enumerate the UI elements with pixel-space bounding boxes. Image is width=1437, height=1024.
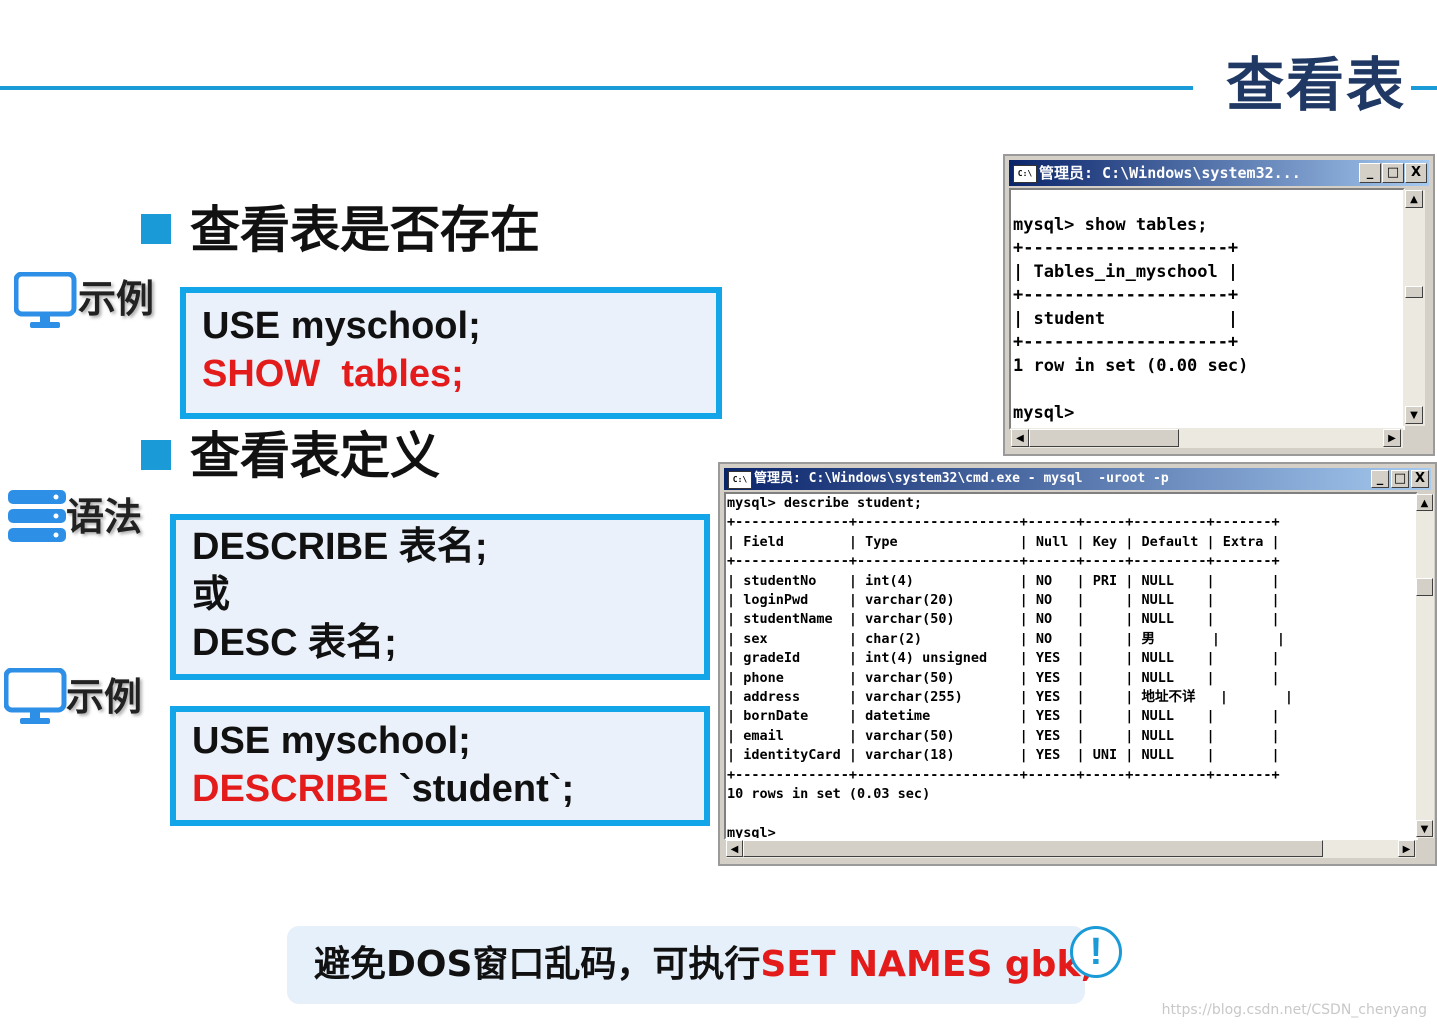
code-line: USE myschool; [202,305,481,347]
note-command: SET NAMES gbk; [760,944,1095,985]
example-label: 示例 [78,277,155,321]
header-divider [0,86,1193,90]
scroll-thumb[interactable] [1029,429,1179,447]
console-icon: C:\ [728,471,752,489]
code-box-describe-student: USE myschool; DESCRIBE `student`; [170,706,710,826]
header-divider-right [1411,86,1437,90]
horizontal-scrollbar[interactable]: ◀ ▶ [1011,428,1403,448]
exclamation-icon: ! [1070,926,1122,978]
note-text-main: 避免DOS窗口乱码，可执行 [314,944,761,985]
section-heading-table-definition: 查看表定义 [190,427,440,485]
monitor-icon [4,668,67,724]
section-heading-table-exists: 查看表是否存在 [190,201,540,259]
syntax-line: DESCRIBE 表名; [192,526,488,568]
console-icon: C:\ [1013,165,1037,183]
maximize-button[interactable]: □ [1382,163,1404,183]
console-title: 管理员: C:\Windows\system32\cmd.exe - mysql… [754,471,1169,486]
scroll-left-button[interactable]: ◀ [726,840,743,857]
monitor-icon [14,272,77,328]
horizontal-scrollbar[interactable]: ◀ ▶ [726,840,1416,858]
code-argument: `student`; [388,768,575,810]
console-output[interactable]: mysql> show tables; +-------------------… [1009,188,1405,430]
note-text: 避免DOS窗口乱码，可执行SET NAMES gbk; [314,940,1095,990]
console-text: mysql> show tables; +-------------------… [1013,214,1249,423]
scroll-up-button[interactable]: ▲ [1416,494,1433,511]
scroll-left-button[interactable]: ◀ [1011,429,1029,447]
scroll-down-button[interactable]: ▼ [1416,820,1433,837]
vertical-scrollbar[interactable]: ▲ ▼ [1403,190,1425,426]
code-line: DESCRIBE `student`; [192,766,574,812]
code-box-show-tables: USE myschool; SHOW tables; [180,287,722,419]
console-window-describe[interactable]: C:\ 管理员: C:\Windows\system32\cmd.exe - m… [718,462,1437,866]
console-titlebar[interactable]: C:\ 管理员: C:\Windows\system32\cmd.exe - m… [724,468,1431,490]
console-output[interactable]: mysql> describe student; +--------------… [724,492,1418,840]
code-box-describe-syntax: DESCRIBE 表名; 或 DESC 表名; [170,514,710,680]
example-label: 示例 [66,675,143,719]
vertical-scrollbar[interactable]: ▲ ▼ [1416,494,1434,838]
console-text: mysql> describe student; +--------------… [727,495,1294,840]
code-keyword: DESCRIBE [192,768,389,810]
scroll-right-button[interactable]: ▶ [1383,429,1401,447]
console-titlebar[interactable]: C:\ 管理员: C:\Windows\system32... _ □ X [1009,160,1429,186]
close-button[interactable]: X [1411,470,1429,488]
scroll-right-button[interactable]: ▶ [1398,840,1415,857]
watermark: https://blog.csdn.net/CSDN_chenyang [1161,1002,1427,1018]
console-title: 管理员: C:\Windows\system32... [1039,164,1301,182]
page-title: 查看表 [1226,51,1407,119]
scroll-down-button[interactable]: ▼ [1405,406,1423,424]
syntax-label: 语法 [66,495,143,539]
maximize-button[interactable]: □ [1391,470,1409,488]
database-icon [8,490,66,542]
bullet-square [141,214,171,244]
scroll-up-button[interactable]: ▲ [1405,190,1423,208]
scroll-thumb[interactable] [1416,578,1433,596]
minimize-button[interactable]: _ [1359,163,1381,183]
close-button[interactable]: X [1405,163,1427,183]
code-line-keyword: SHOW tables; [202,353,464,395]
scroll-thumb[interactable] [743,840,1323,857]
code-line: USE myschool; [192,720,471,762]
console-window-show-tables[interactable]: C:\ 管理员: C:\Windows\system32... _ □ X my… [1003,154,1435,456]
bullet-square [141,440,171,470]
syntax-line: DESC 表名; [192,622,397,664]
minimize-button[interactable]: _ [1371,470,1389,488]
scroll-thumb[interactable] [1405,286,1423,298]
syntax-line-or: 或 [192,574,231,616]
